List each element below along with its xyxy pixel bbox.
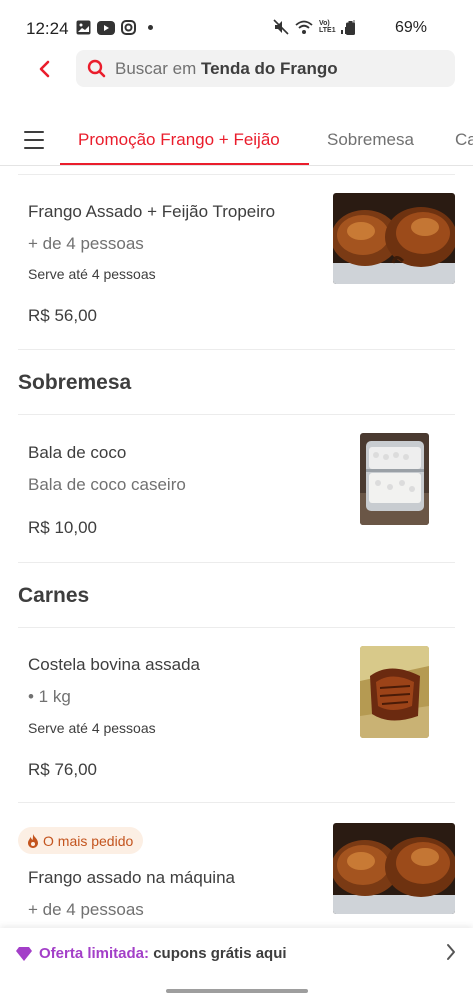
divider: [18, 174, 455, 175]
item-title: Frango Assado + Feijão Tropeiro: [28, 202, 276, 221]
search-icon: [86, 59, 106, 79]
item-serves: Serve até 4 pessoas: [28, 266, 156, 282]
banner-text: Oferta limitada: cupons grátis aqui: [39, 945, 287, 962]
fire-icon: [28, 833, 38, 848]
badge-mais-pedido: O mais pedido: [18, 827, 144, 854]
status-bar: 12:24 Vo) LTE1 69%: [0, 0, 473, 56]
tab-sobremesa[interactable]: Sobremesa: [327, 130, 414, 150]
wifi-icon: [295, 20, 313, 34]
active-tab-indicator: [60, 163, 309, 165]
roast-chicken-image: [333, 823, 455, 914]
search-store-name: Tenda do Frango: [200, 58, 338, 78]
item-price: R$ 56,00: [28, 306, 97, 325]
section-title-carnes: Carnes: [18, 584, 90, 607]
network-label: Vo) LTE1: [319, 20, 336, 34]
divider: [18, 414, 455, 415]
gallery-icon: [76, 20, 91, 35]
search-placeholder: Buscar em Tenda do Frango: [115, 58, 338, 78]
status-right-icons: Vo) LTE1: [273, 19, 355, 35]
item-title: Costela bovina assada: [28, 655, 201, 674]
banner-accent: Oferta limitada:: [39, 945, 150, 962]
mute-icon: [273, 19, 289, 35]
notification-icons: [76, 20, 153, 35]
badge-text: O mais pedido: [43, 832, 134, 849]
category-tabs: Promoção Frango + Feijão Sobremesa Ca: [0, 118, 473, 166]
item-price: R$ 76,00: [28, 760, 97, 779]
menu-icon[interactable]: [24, 131, 44, 149]
tab-carnes[interactable]: Ca: [455, 130, 473, 150]
status-time: 12:24: [26, 19, 69, 38]
back-icon[interactable]: [34, 58, 54, 80]
diamond-icon: [16, 947, 32, 961]
item-description: + de 4 pessoas: [28, 900, 144, 919]
item-description: • 1 kg: [28, 687, 71, 706]
roast-chicken-image: [333, 193, 455, 284]
item-title: Bala de coco: [28, 443, 127, 462]
item-description: Bala de coco caseiro: [28, 475, 186, 494]
gesture-nav-handle[interactable]: [166, 989, 308, 993]
beef-rib-image: [360, 646, 429, 738]
item-price: R$ 10,00: [28, 518, 97, 537]
divider: [18, 562, 455, 563]
divider: [18, 802, 455, 803]
youtube-icon: [97, 20, 115, 35]
tab-promocao-frango-feijao[interactable]: Promoção Frango + Feijão: [78, 130, 280, 150]
item-title: Frango assado na máquina: [28, 868, 235, 887]
search-input[interactable]: Buscar em Tenda do Frango: [76, 50, 455, 87]
item-serves: Serve até 4 pessoas: [28, 720, 156, 736]
banner-message: cupons grátis aqui: [149, 945, 287, 962]
item-description: + de 4 pessoas: [28, 234, 144, 253]
coconut-candy-image: [360, 433, 429, 525]
battery-percentage: 69%: [394, 19, 427, 36]
section-title-sobremesa: Sobremesa: [18, 371, 132, 394]
chevron-right-icon: [447, 944, 455, 960]
battery-icon: [346, 21, 355, 35]
divider: [18, 349, 455, 350]
divider: [18, 627, 455, 628]
more-notifications-dot: [148, 25, 153, 30]
instagram-icon: [121, 20, 136, 35]
